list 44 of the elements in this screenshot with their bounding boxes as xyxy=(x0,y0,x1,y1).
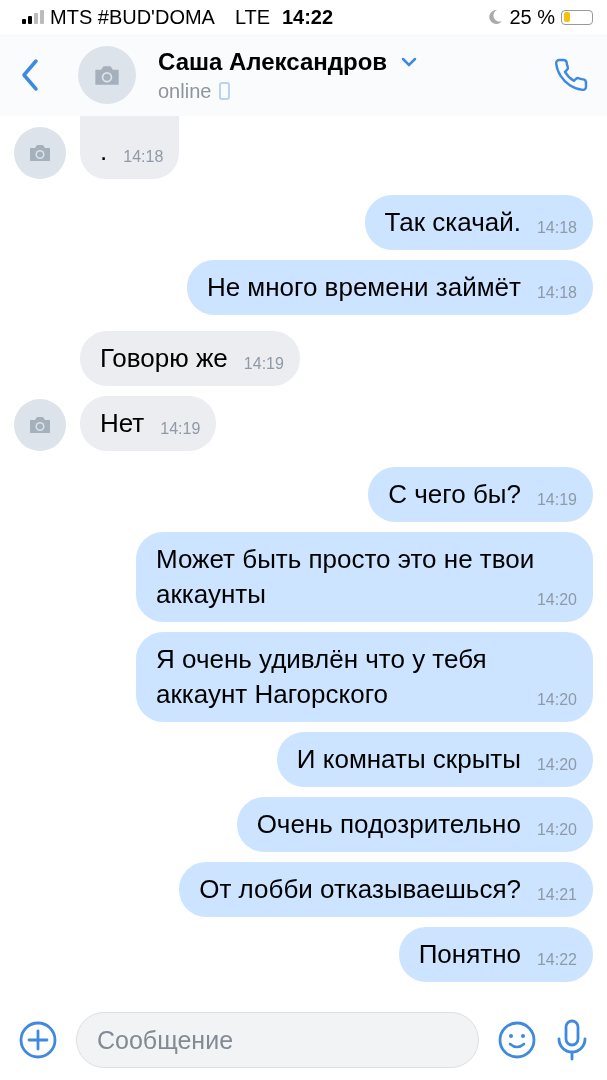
message-time: 14:19 xyxy=(160,419,201,439)
message-input[interactable]: Сообщение xyxy=(76,1012,479,1068)
message-time: 14:18 xyxy=(123,147,164,167)
message-time: 14:18 xyxy=(536,283,577,303)
message-time: 14:22 xyxy=(536,950,577,970)
message-text: Не много времени займёт xyxy=(206,272,521,302)
online-status: online xyxy=(158,79,212,103)
message-time: 14:19 xyxy=(243,354,284,374)
microphone-icon[interactable] xyxy=(555,1019,589,1061)
message-text: Я очень удивлён что у тебя аккаунт Нагорского xyxy=(156,644,487,709)
camera-icon xyxy=(28,416,52,434)
message-text: Может быть просто это не твои аккаунты xyxy=(156,544,535,609)
sender-avatar[interactable] xyxy=(14,127,66,179)
message-text: Так скачай. xyxy=(384,207,521,237)
add-icon[interactable] xyxy=(18,1020,58,1060)
moon-icon xyxy=(487,9,504,25)
message-time: 14:20 xyxy=(536,690,577,710)
message-text: Очень подозрительно xyxy=(256,809,521,839)
mobile-phone-icon xyxy=(219,82,231,100)
message-time: 14:19 xyxy=(536,490,577,510)
chevron-down-icon[interactable] xyxy=(401,56,418,67)
message-text: Говорю же xyxy=(100,343,228,373)
message-text: Понятно xyxy=(418,939,521,969)
message-time: 14:20 xyxy=(536,820,577,840)
camera-icon xyxy=(28,144,52,162)
message-text: . xyxy=(100,136,108,166)
phone-icon[interactable] xyxy=(553,57,589,93)
message-text: С чего бы? xyxy=(388,479,521,509)
message-time: 14:20 xyxy=(536,590,577,610)
contact-name[interactable]: Саша Александров xyxy=(158,47,388,76)
message-time: 14:21 xyxy=(536,885,577,905)
message-text: От лобби отказываешься? xyxy=(199,874,521,904)
carrier-name: MTS #BUD'DOMA xyxy=(50,5,215,29)
sender-avatar[interactable] xyxy=(14,399,66,451)
signal-icon xyxy=(22,10,44,24)
message-text: Нет xyxy=(100,408,145,438)
smiley-icon[interactable] xyxy=(497,1020,537,1060)
network-type: LTE xyxy=(234,5,271,29)
message-time: 14:20 xyxy=(536,755,577,775)
message-text: И комнаты скрыты xyxy=(296,744,521,774)
camera-icon xyxy=(93,64,121,86)
clock: 14:22 xyxy=(281,5,334,29)
message-time: 14:18 xyxy=(536,218,577,238)
battery-percentage: 25 % xyxy=(509,5,555,29)
